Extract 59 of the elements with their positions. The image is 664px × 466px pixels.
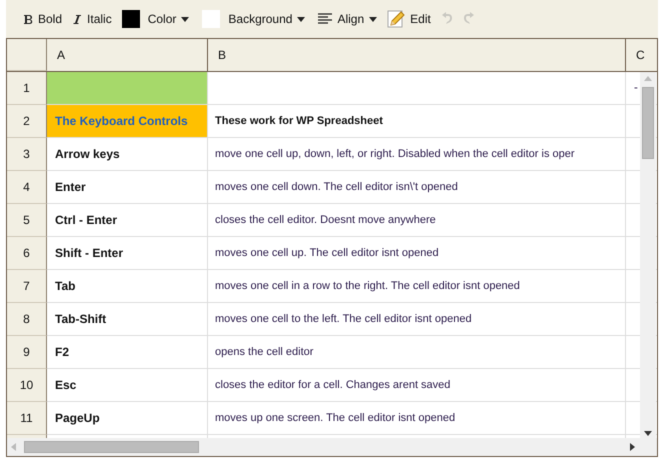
table-cell: moves one cell to the left. The cell editor isnt opened [208,303,626,336]
align-icon [318,13,332,25]
table-cell: PageUp [47,402,208,435]
table-cell: Ctrl - Enter [47,204,208,237]
table-cell: opens the cell editor [208,336,626,369]
table-cell: moves up one screen. The cell editor isnt opened [208,402,626,435]
caret-icon [181,16,190,22]
caret-icon [297,16,306,22]
color-swatch[interactable] [122,10,140,28]
scroll-thumb[interactable] [24,441,199,453]
table-cell: The Keyboard Controls [47,105,208,138]
column-header[interactable]: A [47,39,208,71]
table-cell: closes the editor for a cell. Changes arent saved [208,369,626,402]
table-cell: moves one cell up. The cell editor isnt opened [208,237,626,270]
column-header[interactable]: B [208,39,626,71]
scroll-thumb[interactable] [642,87,654,159]
row-header[interactable]: 8 [7,303,47,336]
table-cell: Shift - Enter [47,237,208,270]
redo-icon [462,12,475,26]
table-cell: Tab [47,270,208,303]
scroll-down-icon[interactable] [644,431,652,436]
color-dropdown[interactable]: Color [144,10,192,28]
align-dropdown[interactable]: Align [315,10,380,28]
column-header[interactable]: C [626,39,657,71]
row-header[interactable]: 2 [7,105,47,138]
row-header[interactable]: 4 [7,171,47,204]
italic-icon [72,14,82,24]
color-swatch[interactable] [202,10,220,28]
table-cell: moves one cell in a row to the right. The cell editor isnt opened [208,270,626,303]
row-header[interactable]: 1 [7,72,47,105]
row-header[interactable]: 5 [7,204,47,237]
scroll-up-icon[interactable] [644,76,652,81]
table-cell: Tab-Shift [47,303,208,336]
table-cell: Esc [47,369,208,402]
row-header[interactable]: 9 [7,336,47,369]
table-cell: Enter [47,171,208,204]
caret-icon [369,16,378,22]
scroll-right-icon[interactable] [630,443,635,451]
bold-icon [23,14,33,24]
table-cell: Arrow keys [47,138,208,171]
pencil-icon [387,10,406,28]
table-cell: closes the cell editor. Doesnt move anywhere [208,204,626,237]
row-header[interactable]: 6 [7,237,47,270]
table-cell: F2 [47,336,208,369]
row-header[interactable]: 10 [7,369,47,402]
horizontal-scrollbar[interactable] [7,438,657,456]
italic-button[interactable]: Italic [69,10,115,28]
color-dropdown[interactable]: Background [225,10,308,28]
table-cell: moves one cell down. The cell editor isn\'t opened [208,171,626,204]
row-header[interactable]: 11 [7,402,47,435]
undo-icon [440,12,453,26]
table-cell: move one cell up, down, left, or right. Disabled when the cell editor is oper [208,138,626,171]
row-header[interactable]: 7 [7,270,47,303]
scroll-left-icon[interactable] [11,443,16,451]
table-cell: These work for WP Spreadsheet [208,105,626,138]
edit-button[interactable]: Edit [384,8,434,30]
vertical-scrollbar[interactable] [640,72,656,440]
row-header[interactable]: 3 [7,138,47,171]
bold-button[interactable]: Bold [20,10,66,28]
